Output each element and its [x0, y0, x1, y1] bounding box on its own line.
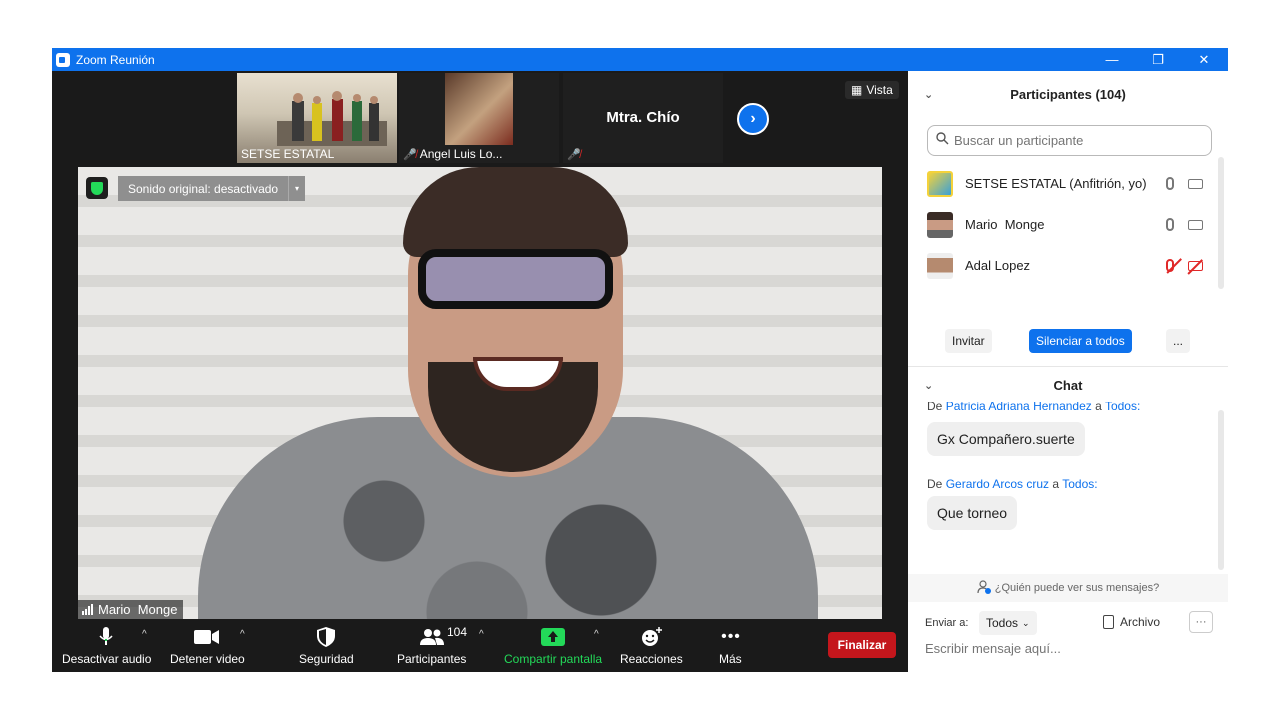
encryption-shield-icon[interactable]	[86, 177, 108, 199]
share-screen-icon	[540, 627, 566, 647]
thumbnail-video[interactable]: 🎤̸ Angel Luis Lo...	[399, 73, 559, 163]
mic-muted-icon: 🎤̸	[567, 149, 581, 161]
participants-count: 104	[447, 625, 468, 639]
participants-options-caret[interactable]: ^	[479, 629, 484, 640]
participant-name-placeholder: Mtra. Chío	[606, 109, 680, 126]
chevron-down-icon[interactable]: ⌄	[924, 379, 933, 392]
search-input[interactable]	[954, 133, 1194, 148]
microphone-icon	[98, 627, 114, 647]
thumbnail-video[interactable]: Mtra. Chío 🎤̸	[563, 73, 723, 163]
chat-more-button[interactable]: ···	[1189, 611, 1213, 633]
main-speaker-video: Sonido original: desactivado ▾ Mario Mon…	[78, 167, 882, 619]
avatar	[927, 252, 953, 279]
microphone-icon[interactable]	[1166, 218, 1174, 231]
smiley-plus-icon	[641, 627, 663, 647]
title-bar: Zoom Reunión — ❐ ✕	[52, 48, 1228, 71]
mute-audio-button[interactable]: ^ Desactivar audio	[62, 619, 162, 672]
file-button[interactable]: Archivo	[1103, 615, 1160, 629]
thumbnail-name: 🎤̸ Angel Luis Lo...	[403, 147, 503, 161]
minimize-button[interactable]: —	[1089, 48, 1135, 71]
share-screen-button[interactable]: ^ Compartir pantalla	[503, 619, 613, 672]
chat-message-meta: De Gerardo Arcos cruz a Todos:	[927, 477, 1098, 491]
window-title: Zoom Reunión	[76, 52, 155, 67]
chat-messages: De Patricia Adriana Hernandez a Todos: G…	[908, 402, 1228, 574]
security-button[interactable]: Seguridad	[298, 619, 358, 672]
chat-message-input[interactable]	[925, 641, 1215, 656]
who-can-see-messages[interactable]: ¿Quién puede ver sus mensajes?	[908, 574, 1228, 602]
participants-more-button[interactable]: ...	[1166, 329, 1190, 353]
video-camera-icon[interactable]	[1188, 178, 1203, 189]
chevron-down-icon: ⌄	[1022, 617, 1030, 628]
chat-message-meta: De Patricia Adriana Hernandez a Todos:	[927, 402, 1141, 413]
thumbnail-name: 🎤̸	[567, 148, 581, 161]
meeting-toolbar: ^ Desactivar audio ^ Detener video Segur…	[52, 619, 908, 672]
participants-scrollbar[interactable]	[1218, 157, 1224, 289]
divider	[908, 366, 1228, 367]
chat-header: ⌄ Chat	[924, 377, 1083, 393]
chat-message-bubble: Gx Compañero.suerte	[927, 422, 1085, 456]
participant-row[interactable]: Adal Lopez	[908, 245, 1228, 286]
signal-bars-icon	[82, 604, 93, 615]
mic-muted-icon[interactable]	[1166, 259, 1174, 272]
thumbnail-video[interactable]: SETSE ESTATAL	[237, 73, 397, 163]
microphone-icon[interactable]	[1166, 177, 1174, 190]
recipient-select[interactable]: Todos ⌄	[979, 611, 1037, 635]
meeting-area: SETSE ESTATAL 🎤̸ Angel Luis Lo... Mtra. …	[52, 71, 908, 672]
close-button[interactable]: ✕	[1181, 48, 1227, 71]
next-page-button[interactable]: ›	[737, 103, 769, 135]
mute-all-button[interactable]: Silenciar a todos	[1029, 329, 1132, 353]
stop-video-button[interactable]: ^ Detener video	[170, 619, 260, 672]
participants-button[interactable]: 104 ^ Participantes	[397, 619, 497, 672]
zoom-window: Zoom Reunión — ❐ ✕ SETSE ESTATAL 🎤̸ Ange…	[52, 48, 1228, 672]
participant-row[interactable]: SETSE ESTATAL (Anfitrión, yo)	[908, 163, 1228, 204]
invite-button[interactable]: Invitar	[945, 329, 992, 353]
end-meeting-button[interactable]: Finalizar	[828, 632, 896, 658]
send-options: Enviar a: Todos ⌄ Archivo ···	[925, 611, 1215, 635]
original-sound-button[interactable]: Sonido original: desactivado	[118, 176, 289, 201]
chat-scrollbar[interactable]	[1218, 410, 1224, 570]
more-dots-icon: •••	[721, 628, 741, 645]
file-icon	[1103, 615, 1114, 629]
participants-header: ⌄ Participantes (104)	[924, 86, 1126, 102]
side-panel: ⌄ Participantes (104) SETSE ESTATAL (Anf…	[908, 71, 1228, 672]
video-camera-icon	[194, 627, 220, 647]
video-options-caret[interactable]: ^	[240, 629, 245, 640]
zoom-app-icon	[56, 52, 70, 67]
shield-icon	[316, 627, 336, 647]
chevron-down-icon[interactable]: ▾	[288, 176, 305, 201]
chat-message-bubble: Que torneo	[927, 496, 1018, 530]
participant-row[interactable]: Mario Monge	[908, 204, 1228, 245]
more-button[interactable]: ••• Más	[716, 619, 746, 672]
participant-list: SETSE ESTATAL (Anfitrión, yo) Mario Mong…	[908, 163, 1228, 289]
mic-muted-icon: 🎤̸	[403, 148, 417, 161]
speaker-name-label: Mario Monge	[78, 600, 184, 619]
group-video-image	[277, 91, 387, 146]
person-info-icon	[977, 579, 991, 597]
participant-search[interactable]	[927, 125, 1212, 156]
maximize-button[interactable]: ❐	[1135, 48, 1181, 71]
video-camera-icon[interactable]	[1188, 219, 1203, 230]
audio-options-caret[interactable]: ^	[142, 629, 147, 640]
participants-icon	[419, 627, 445, 647]
search-icon	[936, 131, 949, 150]
chevron-down-icon[interactable]: ⌄	[924, 88, 933, 101]
avatar	[927, 211, 953, 238]
avatar	[927, 170, 953, 197]
view-button[interactable]: ▦ Vista	[845, 81, 899, 99]
participant-video-image	[445, 73, 513, 145]
thumbnail-name: SETSE ESTATAL	[241, 147, 335, 161]
video-off-icon[interactable]	[1188, 260, 1203, 271]
reactions-button[interactable]: Reacciones	[619, 619, 685, 672]
participant-actions: Invitar Silenciar a todos ...	[908, 329, 1228, 357]
share-options-caret[interactable]: ^	[594, 629, 599, 640]
grid-icon: ▦	[851, 83, 863, 97]
